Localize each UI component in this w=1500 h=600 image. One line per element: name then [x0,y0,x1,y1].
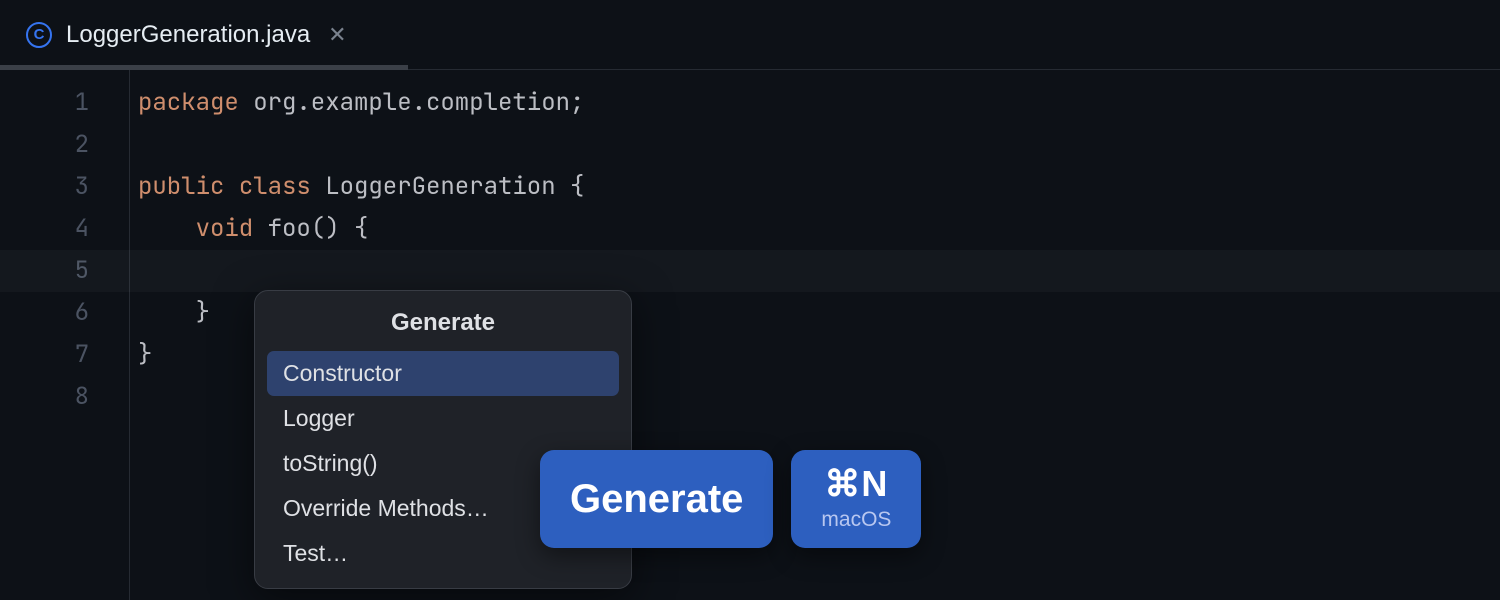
platform-label: macOS [821,508,891,532]
action-label: Generate [570,479,743,519]
editor-tab[interactable]: C LoggerGeneration.java ✕ [0,0,377,69]
popup-item-constructor[interactable]: Constructor [267,351,619,396]
code-line: package org.example.completion; [130,82,1500,124]
tab-filename: LoggerGeneration.java [66,21,310,49]
line-number: 4 [0,208,129,250]
code-line: void foo() { [130,208,1500,250]
shortcut-hint: Generate ⌘N macOS [540,450,921,548]
action-pill: Generate [540,450,773,548]
line-number: 8 [0,376,129,418]
line-number: 2 [0,124,129,166]
code-line [130,124,1500,166]
class-file-icon: C [26,22,52,48]
current-line-highlight [0,250,1500,292]
line-number: 3 [0,166,129,208]
line-number: 7 [0,334,129,376]
close-icon[interactable]: ✕ [324,20,350,50]
line-number: 1 [0,82,129,124]
tab-bar: C LoggerGeneration.java ✕ [0,0,1500,70]
code-line: public class LoggerGeneration { [130,166,1500,208]
line-number: 6 [0,292,129,334]
gutter: 1 2 3 4 5 6 7 8 [0,70,130,600]
popup-item-logger[interactable]: Logger [267,396,619,441]
shortcut-keys: ⌘N [824,466,888,502]
shortcut-pill: ⌘N macOS [791,450,921,548]
popup-title: Generate [255,291,631,351]
